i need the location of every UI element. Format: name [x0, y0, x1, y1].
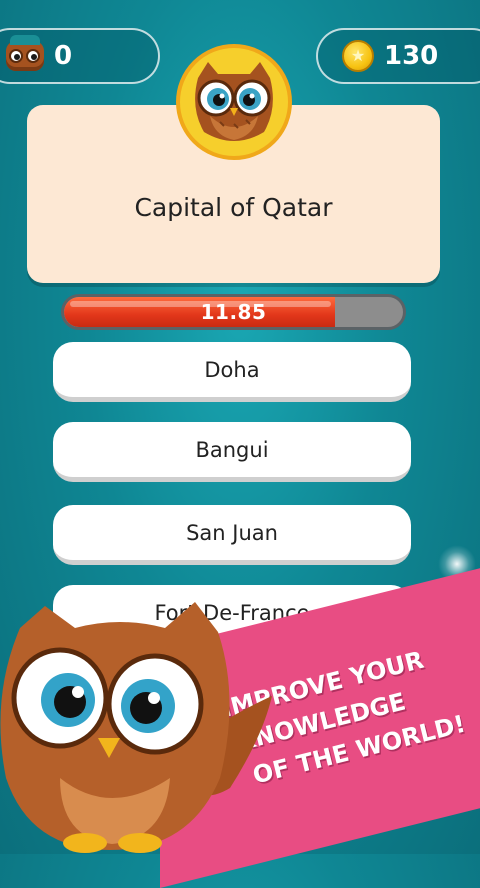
owl-avatar: [176, 44, 292, 160]
sparkle-decoration: [438, 545, 476, 583]
coin-icon: ★: [342, 40, 374, 72]
owl-icon: [195, 62, 273, 141]
question-text: Capital of Qatar: [134, 193, 333, 222]
star-icon: ★: [350, 46, 366, 65]
owl-mascot-icon: [0, 602, 272, 853]
owl-icon: [6, 35, 44, 71]
score-counter: 0: [0, 28, 160, 84]
answer-button-3[interactable]: San Juan: [53, 505, 411, 565]
coin-counter: ★ 130: [316, 28, 480, 84]
timer-bar: 11.85: [61, 294, 406, 330]
answer-button-1[interactable]: Doha: [53, 342, 411, 402]
sparkle-decoration: [420, 610, 440, 630]
answer-button-2[interactable]: Bangui: [53, 422, 411, 482]
timer-value: 11.85: [200, 300, 267, 324]
coin-value: 130: [384, 41, 439, 71]
score-value: 0: [54, 41, 73, 71]
